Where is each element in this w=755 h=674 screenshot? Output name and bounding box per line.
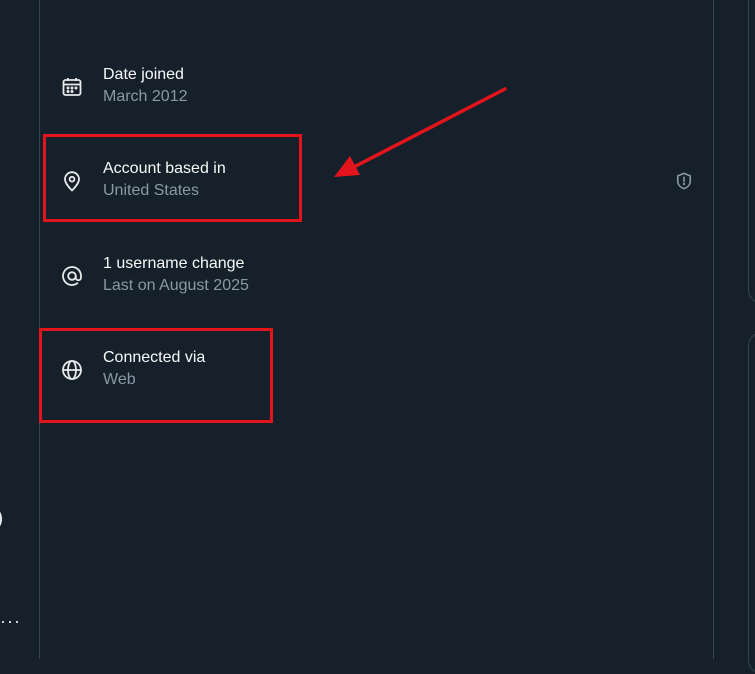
right-card-bottom	[748, 332, 755, 674]
connected-via-row: Connected via Web	[60, 348, 680, 396]
date-joined-row: Date joined March 2012	[60, 65, 680, 113]
connected-via-label: Connected via	[103, 349, 206, 366]
right-card-top	[748, 0, 755, 304]
connected-via-value: Web	[103, 371, 136, 388]
account-based-in-value: United States	[103, 182, 200, 199]
date-joined-label: Date joined	[103, 66, 184, 83]
more-options-icon[interactable]: ···	[0, 612, 21, 630]
globe-icon	[60, 358, 84, 382]
username-change-label: 1 username change	[103, 255, 245, 272]
date-joined-value: March 2012	[103, 88, 188, 105]
location-pin-icon	[60, 169, 84, 193]
username-change-row: 1 username change Last on August 2025	[60, 254, 680, 302]
shield-alert-icon[interactable]	[674, 171, 694, 191]
right-column	[714, 0, 755, 674]
account-based-in-label: Account based in	[103, 160, 226, 177]
header-fragment: _ _	[323, 0, 342, 2]
left-sidebar: ···	[0, 0, 40, 659]
about-account-panel: _ _ Date joined March 2012	[40, 0, 714, 659]
calendar-icon	[60, 75, 84, 99]
username-change-value: Last on August 2025	[103, 277, 249, 294]
account-based-in-row: Account based in United States	[60, 159, 680, 207]
sidebar-partial-icon[interactable]	[0, 510, 2, 528]
at-sign-icon	[60, 264, 84, 288]
